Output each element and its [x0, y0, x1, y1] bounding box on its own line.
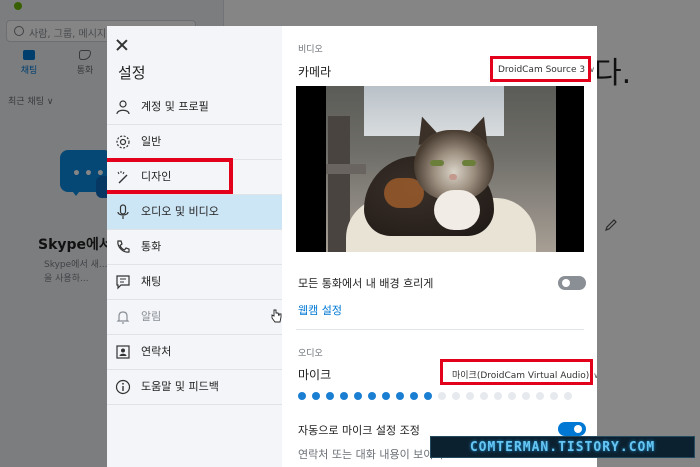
level-dot	[312, 392, 320, 400]
blur-background-label: 모든 통화에서 내 배경 흐리게	[298, 277, 434, 290]
toggle-knob	[574, 425, 582, 433]
settings-dialog: 설정 계정 및 프로필 일반 디자인 오디오 및 비디오 통화 채팅 알림 연락…	[107, 26, 597, 467]
highlight-box-camera	[490, 56, 591, 82]
contacts-hint-text: 연락처 또는 대화 내용이 보이지	[298, 448, 444, 461]
level-dot	[480, 392, 488, 400]
auto-adjust-mic-toggle[interactable]	[558, 422, 586, 436]
level-dot	[564, 392, 572, 400]
nav-item-account[interactable]: 계정 및 프로필	[107, 90, 282, 125]
info-icon	[115, 379, 131, 395]
hand-cursor-icon	[271, 309, 282, 323]
level-dot	[424, 392, 432, 400]
cat-nose	[449, 174, 457, 180]
level-dot	[536, 392, 544, 400]
settings-nav: 계정 및 프로필 일반 디자인 오디오 및 비디오 통화 채팅 알림 연락처 도…	[107, 90, 282, 405]
level-dot	[438, 392, 446, 400]
blur-background-toggle[interactable]	[558, 276, 586, 290]
preview-shelf	[326, 164, 366, 174]
level-dot	[466, 392, 474, 400]
nav-item-label: 계정 및 프로필	[141, 100, 209, 113]
nav-item-notifications[interactable]: 알림	[107, 300, 282, 335]
level-dot	[298, 392, 306, 400]
cat-chest	[434, 190, 480, 230]
level-dot	[522, 392, 530, 400]
nav-item-label: 오디오 및 비디오	[141, 205, 219, 218]
nav-item-general[interactable]: 일반	[107, 125, 282, 160]
microphone-label: 마이크	[298, 368, 332, 382]
highlight-box-microphone	[440, 359, 593, 385]
nav-item-label: 통화	[141, 240, 162, 253]
gear-icon	[115, 134, 131, 150]
cat-eye-left	[430, 160, 444, 166]
level-dot	[396, 392, 404, 400]
level-dot	[550, 392, 558, 400]
nav-item-label: 알림	[141, 310, 162, 323]
camera-label: 카메라	[298, 65, 332, 79]
person-icon	[115, 99, 131, 115]
level-dot	[508, 392, 516, 400]
bell-icon	[115, 309, 131, 325]
phone-icon	[115, 239, 131, 255]
nav-item-label: 일반	[141, 135, 162, 148]
highlight-box-nav	[107, 158, 233, 194]
auto-adjust-mic-label: 자동으로 마이크 설정 조정	[298, 424, 420, 437]
section-divider	[296, 329, 584, 330]
microphone-icon	[115, 204, 131, 220]
settings-title: 설정	[118, 64, 146, 82]
nav-item-calls[interactable]: 통화	[107, 230, 282, 265]
chat-icon	[115, 274, 131, 290]
level-dot	[368, 392, 376, 400]
cat-eye-right	[462, 160, 476, 166]
nav-item-label: 연락처	[141, 345, 172, 358]
level-dot	[452, 392, 460, 400]
webcam-settings-link[interactable]: 웹캠 설정	[298, 302, 342, 318]
video-section-label: 비디오	[298, 45, 323, 55]
settings-content: 비디오 카메라 DroidCam Source 3 ∨ 모든 통화에서 내 배경…	[282, 26, 597, 467]
camera-preview	[296, 86, 584, 252]
nav-item-contacts[interactable]: 연락처	[107, 335, 282, 370]
level-dot	[354, 392, 362, 400]
microphone-level-meter	[298, 392, 588, 402]
chevron-down-icon: ∨	[593, 371, 597, 380]
level-dot	[410, 392, 418, 400]
nav-item-audio-video[interactable]: 오디오 및 비디오	[107, 195, 282, 230]
level-dot	[382, 392, 390, 400]
level-dot	[494, 392, 502, 400]
nav-item-help[interactable]: 도움말 및 피드백	[107, 370, 282, 405]
level-dot	[326, 392, 334, 400]
settings-sidebar: 설정 계정 및 프로필 일반 디자인 오디오 및 비디오 통화 채팅 알림 연락…	[107, 26, 282, 467]
camera-preview-image	[326, 86, 556, 252]
watermark: COMTERMAN.TISTORY.COM	[430, 436, 695, 458]
nav-item-label: 채팅	[141, 275, 162, 288]
toggle-knob	[562, 279, 570, 287]
nav-item-label: 도움말 및 피드백	[141, 380, 219, 393]
nav-item-chat[interactable]: 채팅	[107, 265, 282, 300]
audio-section-label: 오디오	[298, 349, 323, 359]
contacts-icon	[115, 344, 131, 360]
close-icon[interactable]	[115, 38, 129, 52]
level-dot	[340, 392, 348, 400]
